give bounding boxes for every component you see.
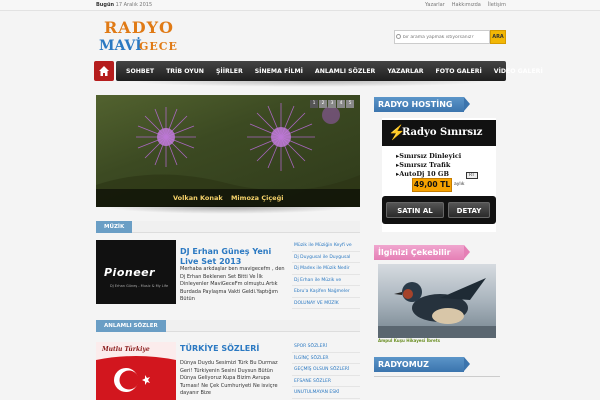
post-excerpt-turkiye-sozleri: Dünya Duydu Sesimizi Türk Bu Durmaz Geri… bbox=[180, 360, 278, 396]
related-link[interactable]: İLGİNÇ SÖZLER bbox=[292, 353, 360, 364]
top-links: Yazarlar Hakkımızda İletişim bbox=[425, 0, 506, 11]
related-link[interactable]: Dj Erhan ile Müzik ve bbox=[292, 275, 360, 286]
nav-item-foto-galeri[interactable]: FOTO GALERİ bbox=[430, 68, 488, 75]
slider-caption-author: Volkan Konak bbox=[173, 194, 223, 202]
section-header-line-muzik bbox=[96, 221, 360, 233]
hosting-buttons: SATIN AL DETAY bbox=[382, 196, 496, 224]
post-image-pioneer[interactable]: Pioneer Dj Erhan Güneş - Music & My Life bbox=[96, 240, 176, 304]
nav-item-anlamli-sozler[interactable]: ANLAMLI SÖZLER bbox=[309, 68, 381, 75]
sidebar-title-radyomuz: RADYOMUZ bbox=[374, 357, 470, 372]
turkiye-image-text: Mutlu Türkiye bbox=[102, 346, 150, 353]
post-excerpt-dj-erhan: Merhaba arkdaşlar ben mavigecefm , den D… bbox=[180, 266, 285, 302]
logo-line-2: MAVİ bbox=[99, 38, 142, 54]
post-title-turkiye-sozleri[interactable]: TÜRKİYE SÖZLERİ bbox=[180, 344, 288, 354]
buy-button[interactable]: SATIN AL bbox=[386, 202, 444, 218]
post-image-turkiye[interactable]: Mutlu Türkiye bbox=[96, 342, 176, 400]
logo-line-3: GECE bbox=[139, 40, 178, 53]
top-link-iletisim[interactable]: İletişim bbox=[488, 0, 506, 11]
related-link[interactable]: UNUTULMAYAN ESKİ bbox=[292, 387, 360, 399]
hosting-brand-bar: ⚡ Radyo Sınırsız bbox=[382, 120, 496, 146]
hosting-feature: Sınırsız Trafik bbox=[396, 161, 461, 170]
nav-item-sohbet[interactable]: SOHBET bbox=[120, 68, 160, 75]
slider-page-1[interactable]: 1 bbox=[310, 100, 318, 108]
sidebar-divider bbox=[374, 376, 500, 377]
title-arrow bbox=[464, 245, 470, 259]
slider-page-4[interactable]: 4 bbox=[337, 100, 345, 108]
date-display: Bugün 17 Aralık 2015 bbox=[96, 0, 152, 11]
main-nav: SOHBET TRİB OYUN ŞİİRLER SİNEMA FİLMİ AN… bbox=[94, 61, 543, 87]
nav-item-sinema-filmi[interactable]: SİNEMA FİLMİ bbox=[249, 68, 309, 75]
nav-item-yazarlar[interactable]: YAZARLAR bbox=[381, 68, 429, 75]
home-icon bbox=[99, 66, 109, 76]
hosting-price: 49,00 TL bbox=[412, 178, 452, 192]
sidebar-title-ilginizi-cekebilir: İlginizi Çekebilir bbox=[374, 245, 470, 260]
search-input[interactable] bbox=[394, 30, 490, 44]
related-link[interactable]: GEÇMİŞ OLSUN SÖZLERİ bbox=[292, 364, 360, 376]
home-button[interactable] bbox=[94, 61, 114, 81]
search-icon bbox=[396, 34, 401, 39]
nav-shadow bbox=[124, 81, 494, 87]
lightning-icon: ⚡ bbox=[388, 125, 406, 141]
hosting-feature: Sınırsız Dinleyici bbox=[396, 152, 461, 161]
related-links-anlamli: SPOR SÖZLERİ İLGİNÇ SÖZLER GEÇMİŞ OLSUN … bbox=[292, 341, 360, 399]
sidebar-title-text: RADYOMUZ bbox=[378, 360, 429, 369]
slider-pagination: 1 2 3 4 5 bbox=[310, 100, 354, 108]
date-label: Bugün bbox=[96, 2, 115, 8]
hosting-period: aylık bbox=[454, 182, 465, 187]
title-arrow bbox=[464, 357, 470, 371]
top-link-hakkimizda[interactable]: Hakkımızda bbox=[452, 0, 481, 11]
search-box: ARA bbox=[394, 30, 506, 44]
related-link[interactable]: DOLUNAY VE MÜZİK bbox=[292, 298, 360, 309]
bird-photo bbox=[378, 278, 496, 338]
slider-page-2[interactable]: 2 bbox=[319, 100, 327, 108]
search-button[interactable]: ARA bbox=[490, 30, 506, 44]
related-link[interactable]: EFSANE SÖZLER bbox=[292, 376, 360, 387]
pioneer-brand-text: Pioneer bbox=[104, 266, 156, 279]
sidebar-title-text: İlginizi Çekebilir bbox=[378, 248, 451, 257]
title-arrow bbox=[464, 97, 470, 111]
nav-bar: SOHBET TRİB OYUN ŞİİRLER SİNEMA FİLMİ AN… bbox=[116, 61, 543, 81]
slider-caption: Volkan Konak Mimoza Çiçeği bbox=[96, 189, 360, 207]
slider-page-5[interactable]: 5 bbox=[346, 100, 354, 108]
section-tab-anlamli-sozler[interactable]: ANLAMLI SÖZLER bbox=[96, 320, 166, 332]
section-tab-muzik[interactable]: MÜZİK bbox=[96, 221, 133, 233]
pioneer-sub-text: Dj Erhan Güneş - Music & My Life bbox=[110, 284, 169, 288]
hosting-brand: Radyo Sınırsız bbox=[402, 127, 483, 138]
date-value: 17 Aralık 2015 bbox=[115, 2, 153, 8]
nav-item-siirler[interactable]: ŞİİRLER bbox=[210, 68, 249, 75]
nav-item-video-galeri[interactable]: VİDEO GALERİ bbox=[488, 68, 549, 75]
related-link[interactable]: Dj Madex ile Müzik Nedir bbox=[292, 263, 360, 275]
sidebar-title-radyo-hosting: RADYO HOSTİNG bbox=[374, 97, 470, 112]
site-logo[interactable]: RADYO MAVİ GECE bbox=[99, 18, 189, 62]
related-link[interactable]: Ebru'a Kaşifen Nağmeler bbox=[292, 286, 360, 298]
detail-button[interactable]: DETAY bbox=[448, 202, 490, 218]
logo-line-1: RADYO bbox=[104, 18, 174, 37]
top-link-yazarlar[interactable]: Yazarlar bbox=[425, 0, 445, 11]
hosting-features: Sınırsız Dinleyici Sınırsız Trafik AutoD… bbox=[396, 152, 461, 179]
related-link[interactable]: Müzik ile Müziğin Keyfi ve bbox=[292, 240, 360, 252]
slider-shadow bbox=[100, 206, 356, 214]
slider-page-3[interactable]: 3 bbox=[328, 100, 336, 108]
related-link[interactable]: SPOR SÖZLERİ bbox=[292, 341, 360, 353]
featured-slider[interactable]: 1 2 3 4 5 Volkan Konak Mimoza Çiçeği bbox=[96, 95, 360, 207]
post-title-dj-erhan[interactable]: DJ Erhan Güneş Yeni Live Set 2013 bbox=[180, 247, 288, 267]
featured-photo-caption[interactable]: Ampul Kuşu Hikayesi İbrets bbox=[378, 338, 496, 343]
featured-photo-bird[interactable] bbox=[378, 264, 496, 338]
related-link[interactable]: Dj Duygusal ile Duygusal bbox=[292, 252, 360, 263]
sidebar-title-text: RADYO HOSTİNG bbox=[378, 100, 453, 109]
top-bar: Bugün 17 Aralık 2015 Yazarlar Hakkımızda… bbox=[0, 0, 600, 11]
rt-badge: RT bbox=[466, 172, 478, 179]
related-links-muzik: Müzik ile Müziğin Keyfi ve Dj Duygusal i… bbox=[292, 240, 360, 309]
slider-caption-title: Mimoza Çiçeği bbox=[230, 194, 284, 202]
hosting-ad[interactable]: ⚡ Radyo Sınırsız Sınırsız Dinleyici Sını… bbox=[382, 118, 496, 232]
nav-item-trib-oyun[interactable]: TRİB OYUN bbox=[160, 68, 210, 75]
